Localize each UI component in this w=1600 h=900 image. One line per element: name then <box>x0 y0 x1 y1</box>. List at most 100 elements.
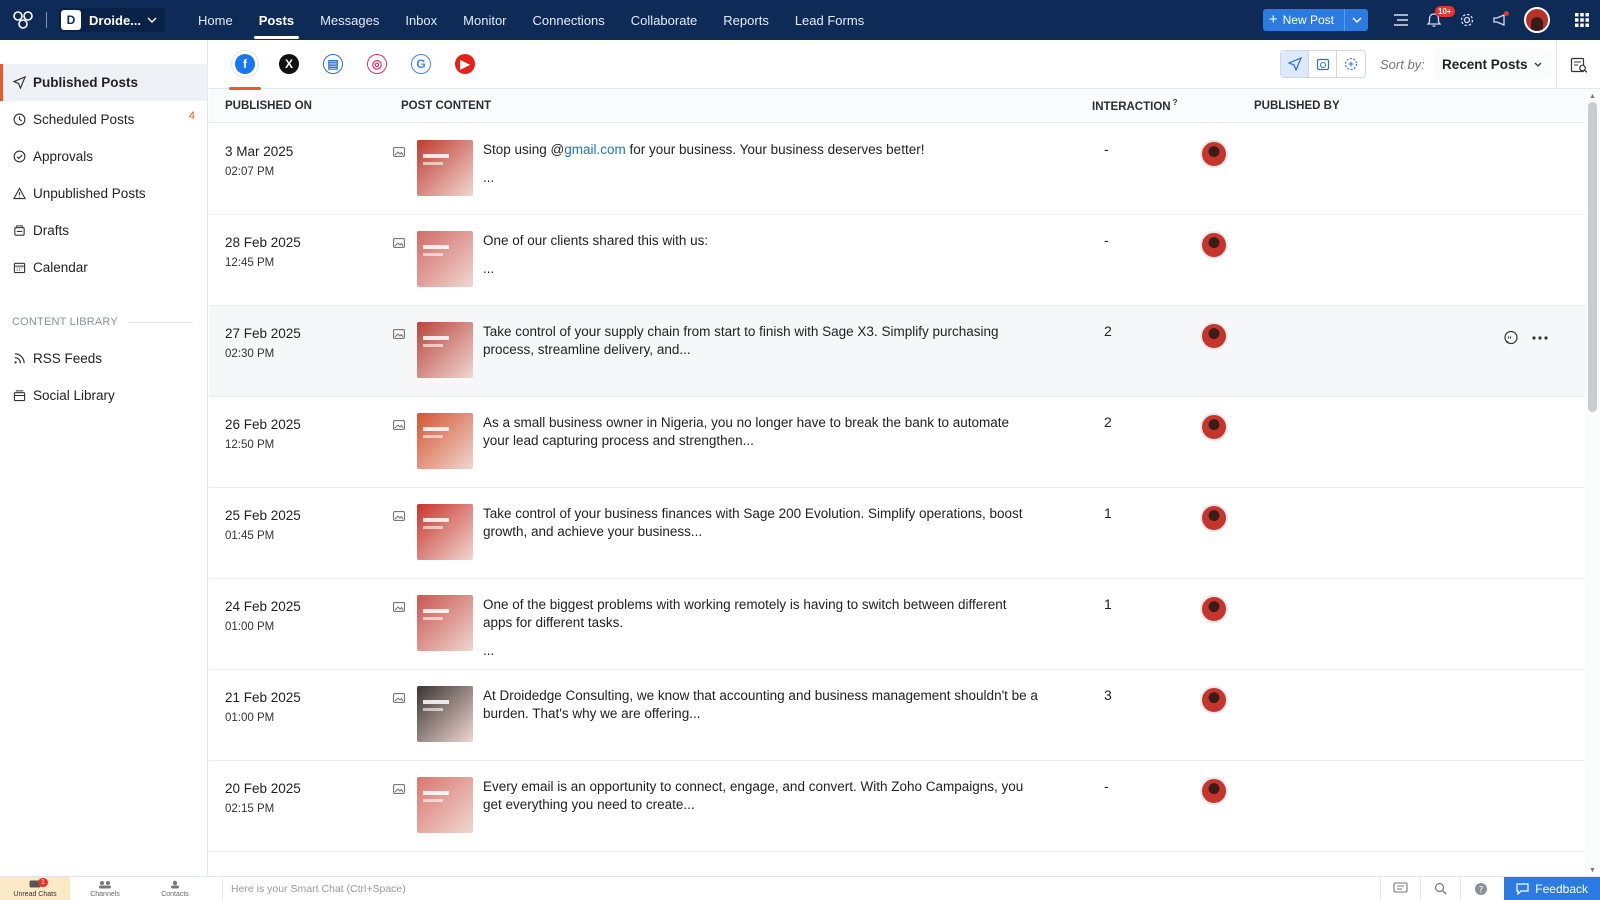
publisher-avatar[interactable] <box>1200 504 1228 532</box>
network-tab-linkedin-page[interactable]: ▤ <box>311 40 355 89</box>
post-content-text[interactable]: Stop using @gmail.com for your business.… <box>483 124 1038 214</box>
network-tab-youtube[interactable]: ▶ <box>443 40 487 89</box>
scroll-down-arrow[interactable]: ▼ <box>1588 866 1597 874</box>
sidebar-item-label: Published Posts <box>33 75 139 90</box>
nav-home[interactable]: Home <box>185 0 246 40</box>
table-row[interactable]: 24 Feb 2025 01:00 PM One of the biggest pr… <box>209 579 1585 670</box>
post-thumbnail[interactable] <box>417 595 473 651</box>
post-link[interactable]: gmail.com <box>564 142 626 157</box>
scroll-up-arrow[interactable]: ▲ <box>1588 92 1597 100</box>
table-row[interactable]: 25 Feb 2025 01:45 PM Take control of your … <box>209 488 1585 579</box>
publisher-avatar[interactable] <box>1200 413 1228 441</box>
sidebar-item-rss-feeds[interactable]: RSS Feeds <box>0 340 207 377</box>
channels-icon <box>98 880 112 891</box>
post-content-text[interactable]: As a small business owner in Nigeria, yo… <box>483 397 1038 487</box>
new-post-dropdown[interactable] <box>1344 9 1368 31</box>
scrollbar-thumb[interactable] <box>1588 102 1597 412</box>
network-tab-facebook[interactable]: f <box>223 40 267 90</box>
chat-history-icon[interactable] <box>1380 876 1420 900</box>
comments-icon[interactable] <box>1503 330 1519 351</box>
contacts-tab[interactable]: Contacts <box>140 877 210 900</box>
post-content-text[interactable]: Take control of your supply chain from s… <box>483 306 1038 396</box>
post-more-ellipsis: ... <box>483 170 495 185</box>
post-thumbnail[interactable] <box>417 504 473 560</box>
sidebar-item-scheduled-posts[interactable]: Scheduled Posts 4 <box>0 101 207 138</box>
table-row[interactable]: 20 Feb 2025 02:15 PM Every email is an opp… <box>209 761 1585 852</box>
sidebar-item-unpublished-posts[interactable]: Unpublished Posts <box>0 175 207 212</box>
new-post-button[interactable]: + New Post <box>1262 9 1368 31</box>
nav-connections[interactable]: Connections <box>520 0 618 40</box>
calendar-icon <box>12 261 26 275</box>
sidebar-item-approvals[interactable]: Approvals <box>0 138 207 175</box>
post-content-text[interactable]: At Droidedge Consulting, we know that ac… <box>483 670 1038 760</box>
menu-icon[interactable] <box>1384 0 1417 40</box>
vertical-scrollbar[interactable]: ▲ ▼ <box>1585 90 1600 876</box>
sort-by-dropdown[interactable]: Recent Posts <box>1434 49 1552 79</box>
post-thumbnail[interactable] <box>417 322 473 378</box>
insights-view-toggle[interactable] <box>1337 51 1365 77</box>
user-avatar[interactable] <box>1524 7 1550 33</box>
table-row[interactable]: 21 Feb 2025 01:00 PM At Droidedge Consulti… <box>209 670 1585 761</box>
notifications-bell-icon[interactable]: 10+ <box>1417 0 1455 40</box>
post-content-text[interactable]: Every email is an opportunity to connect… <box>483 761 1038 851</box>
nav-inbox[interactable]: Inbox <box>392 0 450 40</box>
post-content-text[interactable]: Take control of your business finances w… <box>483 488 1038 578</box>
published-time: 01:00 PM <box>225 621 275 633</box>
post-content-text[interactable]: One of our clients shared this with us:.… <box>483 215 1038 305</box>
search-icon[interactable] <box>1420 876 1460 900</box>
interaction-count: 2 <box>1104 323 1112 339</box>
table-row[interactable]: 3 Mar 2025 02:07 PM Stop using @gmail.com … <box>209 124 1585 215</box>
published-by-cell <box>1200 306 1228 396</box>
brand-switcher[interactable]: D Droide... <box>59 8 165 32</box>
nav-reports[interactable]: Reports <box>710 0 782 40</box>
post-content-text[interactable]: One of the biggest problems with working… <box>483 579 1038 669</box>
table-row[interactable]: 27 Feb 2025 02:30 PM Take control of your … <box>209 306 1585 397</box>
post-thumbnail[interactable] <box>417 777 473 833</box>
publisher-avatar[interactable] <box>1200 140 1228 168</box>
calendar-view-toggle[interactable] <box>1309 51 1337 77</box>
col-interaction[interactable]: INTERACTION? <box>1092 98 1254 113</box>
sidebar-item-calendar[interactable]: Calendar <box>0 249 207 286</box>
nav-collaborate[interactable]: Collaborate <box>618 0 711 40</box>
publisher-avatar[interactable] <box>1200 231 1228 259</box>
publisher-avatar[interactable] <box>1200 322 1228 350</box>
network-tab-x[interactable]: X <box>267 40 311 89</box>
table-row[interactable]: 28 Feb 2025 12:45 PM One of our clients sh… <box>209 215 1585 306</box>
settings-gear-icon[interactable] <box>1450 0 1483 40</box>
published-view-toggle[interactable] <box>1281 51 1309 77</box>
app-logo-icon[interactable] <box>0 10 46 30</box>
feedback-button[interactable]: Feedback <box>1504 876 1600 900</box>
sidebar-item-drafts[interactable]: Drafts <box>0 212 207 249</box>
interaction-help-marker[interactable]: ? <box>1173 98 1178 107</box>
youtube-icon: ▶ <box>455 54 475 74</box>
post-thumbnail[interactable] <box>417 686 473 742</box>
publisher-avatar[interactable] <box>1200 595 1228 623</box>
publisher-avatar[interactable] <box>1200 777 1228 805</box>
nav-lead-forms[interactable]: Lead Forms <box>782 0 877 40</box>
chevron-down-icon <box>147 17 157 23</box>
post-thumbnail[interactable] <box>417 231 473 287</box>
table-row[interactable]: 26 Feb 2025 12:50 PM As a small business o… <box>209 397 1585 488</box>
more-options-icon[interactable] <box>1531 330 1549 351</box>
network-tab-instagram[interactable]: ◎ <box>355 40 399 89</box>
unread-chats-tab[interactable]: Unread Chats 1 <box>0 876 70 900</box>
post-thumbnail[interactable] <box>417 413 473 469</box>
sidebar-item-social-library[interactable]: Social Library <box>0 377 207 414</box>
network-tab-google-business[interactable]: G <box>399 40 443 89</box>
publisher-avatar[interactable] <box>1200 686 1228 714</box>
nav-messages[interactable]: Messages <box>307 0 392 40</box>
published-time: 02:15 PM <box>225 803 275 815</box>
nav-posts[interactable]: Posts <box>246 0 307 40</box>
apps-grid-icon[interactable] <box>1564 13 1600 27</box>
new-post-main[interactable]: + New Post <box>1263 12 1344 27</box>
post-report-icon[interactable] <box>1556 40 1600 89</box>
nav-monitor[interactable]: Monitor <box>450 0 519 40</box>
x-icon: X <box>279 54 299 74</box>
smart-chat-input[interactable]: Here is your Smart Chat (Ctrl+Space) <box>222 876 1380 900</box>
interaction-count: - <box>1104 778 1109 794</box>
sidebar-item-published-posts[interactable]: Published Posts <box>0 64 207 101</box>
channels-tab[interactable]: Channels <box>70 877 140 900</box>
post-thumbnail[interactable] <box>417 140 473 196</box>
help-icon[interactable]: ? <box>1460 876 1500 900</box>
announcement-megaphone-icon[interactable] <box>1483 0 1516 40</box>
